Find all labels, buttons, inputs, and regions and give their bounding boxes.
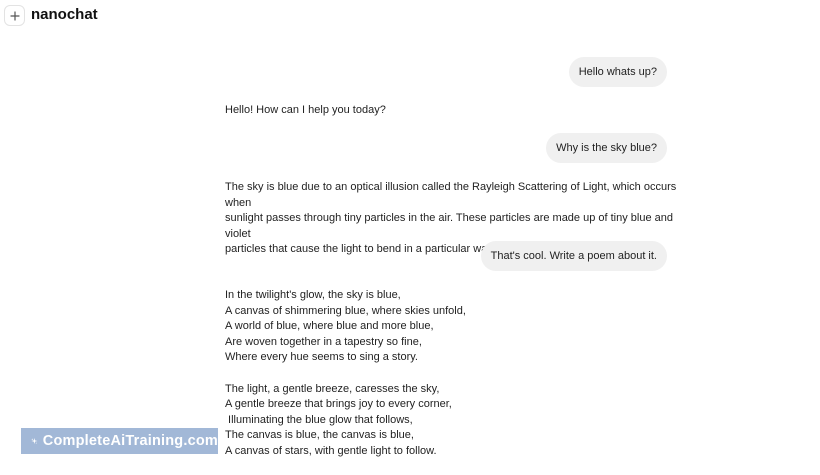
poem-line: Are woven together in a tapestry so fine… [225, 335, 422, 348]
poem-line: The light, a gentle breeze, caresses the… [225, 382, 440, 395]
assistant-message-text: Hello! How can I help you today? [225, 104, 386, 116]
assistant-poem: In the twilight's glow, the sky is blue,… [225, 288, 675, 475]
app-header: nanochat [0, 0, 820, 32]
poem-line: A world of blue, where blue and more blu… [225, 320, 434, 333]
assistant-message-line: The sky is blue due to an optical illusi… [225, 181, 677, 209]
new-chat-button[interactable] [4, 5, 25, 26]
poem-line: A canvas of stars, with gentle light to … [225, 444, 437, 457]
poem-stanza: The light, a gentle breeze, caresses the… [225, 382, 675, 460]
poem-line: Where every hue seems to sing a story. [225, 351, 418, 364]
watermark-banner: CompleteAiTraining.com [21, 428, 218, 454]
poem-stanza: In the twilight's glow, the sky is blue,… [225, 288, 675, 366]
plus-icon [9, 10, 20, 21]
poem-line: A canvas of shimmering blue, where skies… [225, 304, 466, 317]
user-message: Why is the sky blue? [546, 133, 667, 163]
watermark-text: CompleteAiTraining.com [42, 433, 218, 449]
poem-line: In the twilight's glow, the sky is blue, [225, 289, 401, 301]
poem-line: A gentle breeze that brings joy to every… [225, 398, 452, 411]
poem-line: Illuminating the blue glow that follows, [225, 413, 413, 426]
assistant-message-line: sunlight passes through tiny particles i… [225, 212, 674, 240]
app-title: nanochat [31, 6, 98, 23]
assistant-message: Hello! How can I help you today? [225, 103, 675, 119]
user-message: That's cool. Write a poem about it. [480, 241, 667, 271]
user-message: Hello whats up? [568, 57, 667, 87]
poem-line: The canvas is blue, the canvas is blue, [225, 429, 414, 442]
sparkle-logo-icon [31, 437, 38, 445]
